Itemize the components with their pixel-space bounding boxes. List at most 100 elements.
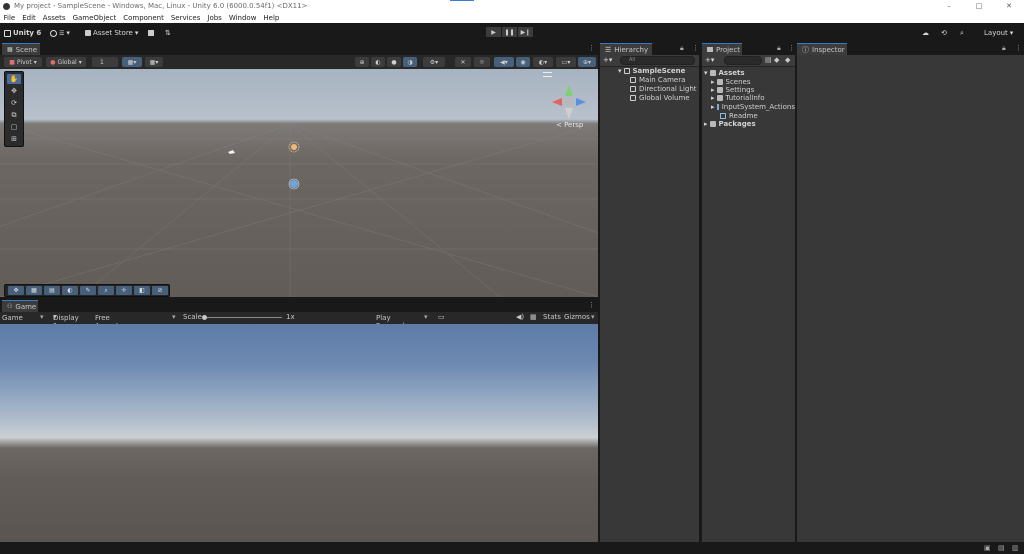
audio-listener-icon[interactable]	[228, 150, 235, 154]
tab-scene[interactable]: ▦ Scene	[2, 43, 40, 55]
menu-window[interactable]: Window	[225, 14, 260, 22]
more-options-icon[interactable]: ⋮	[588, 301, 595, 309]
effects-dropdown[interactable]: ◐▾	[533, 57, 553, 67]
minimize-button[interactable]: –	[934, 0, 964, 12]
tab-game[interactable]: ⚇ Game	[2, 300, 38, 312]
overlay-fill-icon[interactable]: ◧	[134, 286, 150, 295]
type-filter-icon[interactable]: ◆	[774, 56, 779, 64]
menu-edit[interactable]: Edit	[19, 14, 40, 22]
pause-button[interactable]: ❚❚	[502, 27, 517, 37]
step-button[interactable]: ▶❙	[518, 27, 533, 37]
transform-tool-icon[interactable]: ⊞	[7, 134, 21, 144]
menu-component[interactable]: Component	[120, 14, 168, 22]
menu-jobs[interactable]: Jobs	[204, 14, 225, 22]
snap-toggle[interactable]: ▦▾	[145, 57, 163, 67]
play-button[interactable]: ▶	[486, 27, 501, 37]
lock-icon[interactable]: 🔒︎	[680, 44, 684, 53]
tree-item-scene[interactable]: ▾ SampleScene	[600, 66, 699, 75]
lock-icon[interactable]: 🔒︎	[1002, 44, 1006, 53]
shaded-wireframe-icon[interactable]: ◑	[403, 57, 417, 67]
camera-dropdown[interactable]: ▭▾	[556, 57, 576, 67]
tab-inspector[interactable]: ⓘ Inspector	[797, 43, 847, 55]
menu-file[interactable]: File	[0, 14, 19, 22]
shaded-icon[interactable]: ◐	[371, 57, 385, 67]
gizmos-dropdown[interactable]: ⊕▾	[578, 57, 596, 67]
stats-button[interactable]: Stats	[543, 313, 561, 321]
2d-toggle[interactable]: ✕	[455, 57, 471, 67]
more-options-icon[interactable]: ⋮	[692, 44, 699, 52]
display-dropdown[interactable]: Display 1 ▾	[53, 313, 79, 330]
rect-tool-icon[interactable]: ▢	[7, 122, 21, 132]
hand-tool-icon[interactable]: ✋	[7, 74, 21, 84]
mute-audio-icon[interactable]: ◀)	[516, 313, 524, 321]
menu-services[interactable]: Services	[167, 14, 204, 22]
add-button[interactable]: +▾	[705, 56, 714, 64]
tab-hierarchy[interactable]: ☰ Hierarchy	[600, 43, 652, 55]
history-icon[interactable]: ⟲	[941, 27, 947, 39]
visibility-toggle[interactable]: ◉	[516, 57, 530, 67]
console-icon[interactable]: ▥	[1012, 544, 1019, 552]
global-dropdown[interactable]: ● Global ▾	[46, 57, 86, 67]
cloud-icon[interactable]: ☁	[922, 27, 929, 39]
favorite-icon[interactable]: ◆	[785, 56, 790, 64]
add-button[interactable]: +▾	[603, 56, 612, 64]
unity-account-button[interactable]: Unity 6	[4, 27, 41, 39]
pivot-dropdown[interactable]: ■ Pivot ▾	[4, 57, 42, 67]
light-icon[interactable]	[291, 144, 297, 150]
audio-toggle[interactable]: ◀▾	[494, 57, 514, 67]
maximize-button[interactable]: □	[964, 0, 994, 12]
gizmos-button[interactable]: Gizmos	[564, 313, 590, 321]
lock-icon[interactable]: 🔒︎	[777, 44, 781, 53]
draw-mode-icon[interactable]: ⊕	[355, 57, 369, 67]
grid-snap-field[interactable]: 1	[92, 57, 118, 67]
bug-icon[interactable]: ▣	[984, 544, 991, 552]
overlay-tile-icon[interactable]: ▦	[26, 286, 42, 295]
move-tool-icon[interactable]: ✥	[7, 86, 21, 96]
version-control-icon[interactable]: ⇅	[165, 27, 171, 39]
tree-item-tutorialinfo[interactable]: ▸ TutorialInfo	[702, 93, 795, 102]
volume-icon[interactable]	[290, 180, 298, 188]
tree-item-global-volume[interactable]: Global Volume	[600, 93, 699, 102]
grid-toggle[interactable]: ▦▾	[122, 57, 142, 67]
rotate-tool-icon[interactable]: ⟳	[7, 98, 21, 108]
tree-item-directional-light[interactable]: Directional Light	[600, 84, 699, 93]
persp-label[interactable]: < Persp	[556, 121, 584, 129]
asset-store-button[interactable]: Asset Store ▾	[85, 27, 138, 39]
tree-item-packages[interactable]: ▸ Packages	[702, 119, 795, 128]
menu-gameobject[interactable]: GameObject	[69, 14, 120, 22]
tree-item-inputsystem-actions[interactable]: ▸ InputSystem_Actions	[702, 102, 795, 111]
tree-item-assets[interactable]: ▾ Assets	[702, 68, 795, 77]
database-icon[interactable]: ▤	[998, 544, 1005, 552]
overlay-zoom-icon[interactable]: ⌕	[98, 286, 114, 295]
menu-assets[interactable]: Assets	[39, 14, 69, 22]
package-icon[interactable]	[148, 27, 154, 39]
tab-project[interactable]: Project	[702, 43, 742, 55]
layout-dropdown[interactable]: Layout ▾	[984, 27, 1013, 39]
filter-icon[interactable]: ▤	[765, 56, 772, 64]
overlay-rotate-icon[interactable]: ◐	[62, 286, 78, 295]
overlay-pan-icon[interactable]: ✛	[116, 286, 132, 295]
more-options-icon[interactable]: ⋮	[588, 44, 595, 52]
wireframe-icon[interactable]: ●	[387, 57, 401, 67]
scale-slider-track[interactable]	[204, 317, 282, 318]
lighting-toggle[interactable]: ☼	[474, 57, 490, 67]
overlay-paint-icon[interactable]: ✎	[80, 286, 96, 295]
more-options-icon[interactable]: ⋮	[788, 44, 795, 52]
view-options-icon[interactable]	[543, 72, 552, 77]
tree-item-main-camera[interactable]: Main Camera	[600, 75, 699, 84]
menu-help[interactable]: Help	[260, 14, 283, 22]
overlay-eraser-icon[interactable]: ⊘	[152, 286, 168, 295]
scale-tool-icon[interactable]: ⧉	[7, 110, 21, 120]
overlay-move-icon[interactable]: ✥	[8, 286, 24, 295]
scale-slider-handle[interactable]	[202, 315, 207, 320]
close-button[interactable]: ✕	[994, 0, 1024, 12]
search-icon[interactable]: ⌕	[960, 27, 964, 39]
hierarchy-search-input[interactable]: All	[620, 56, 695, 65]
game-viewport[interactable]	[0, 324, 598, 542]
project-search-input[interactable]	[724, 56, 762, 65]
scene-viewport[interactable]: < Persp	[0, 69, 598, 297]
more-options-icon[interactable]: ⋮	[1015, 44, 1022, 52]
account-dropdown[interactable]: ☰ ▾	[50, 27, 70, 39]
overlay-grid-icon[interactable]: ▤	[44, 286, 60, 295]
frame-debug-icon[interactable]: ▭	[438, 313, 445, 321]
